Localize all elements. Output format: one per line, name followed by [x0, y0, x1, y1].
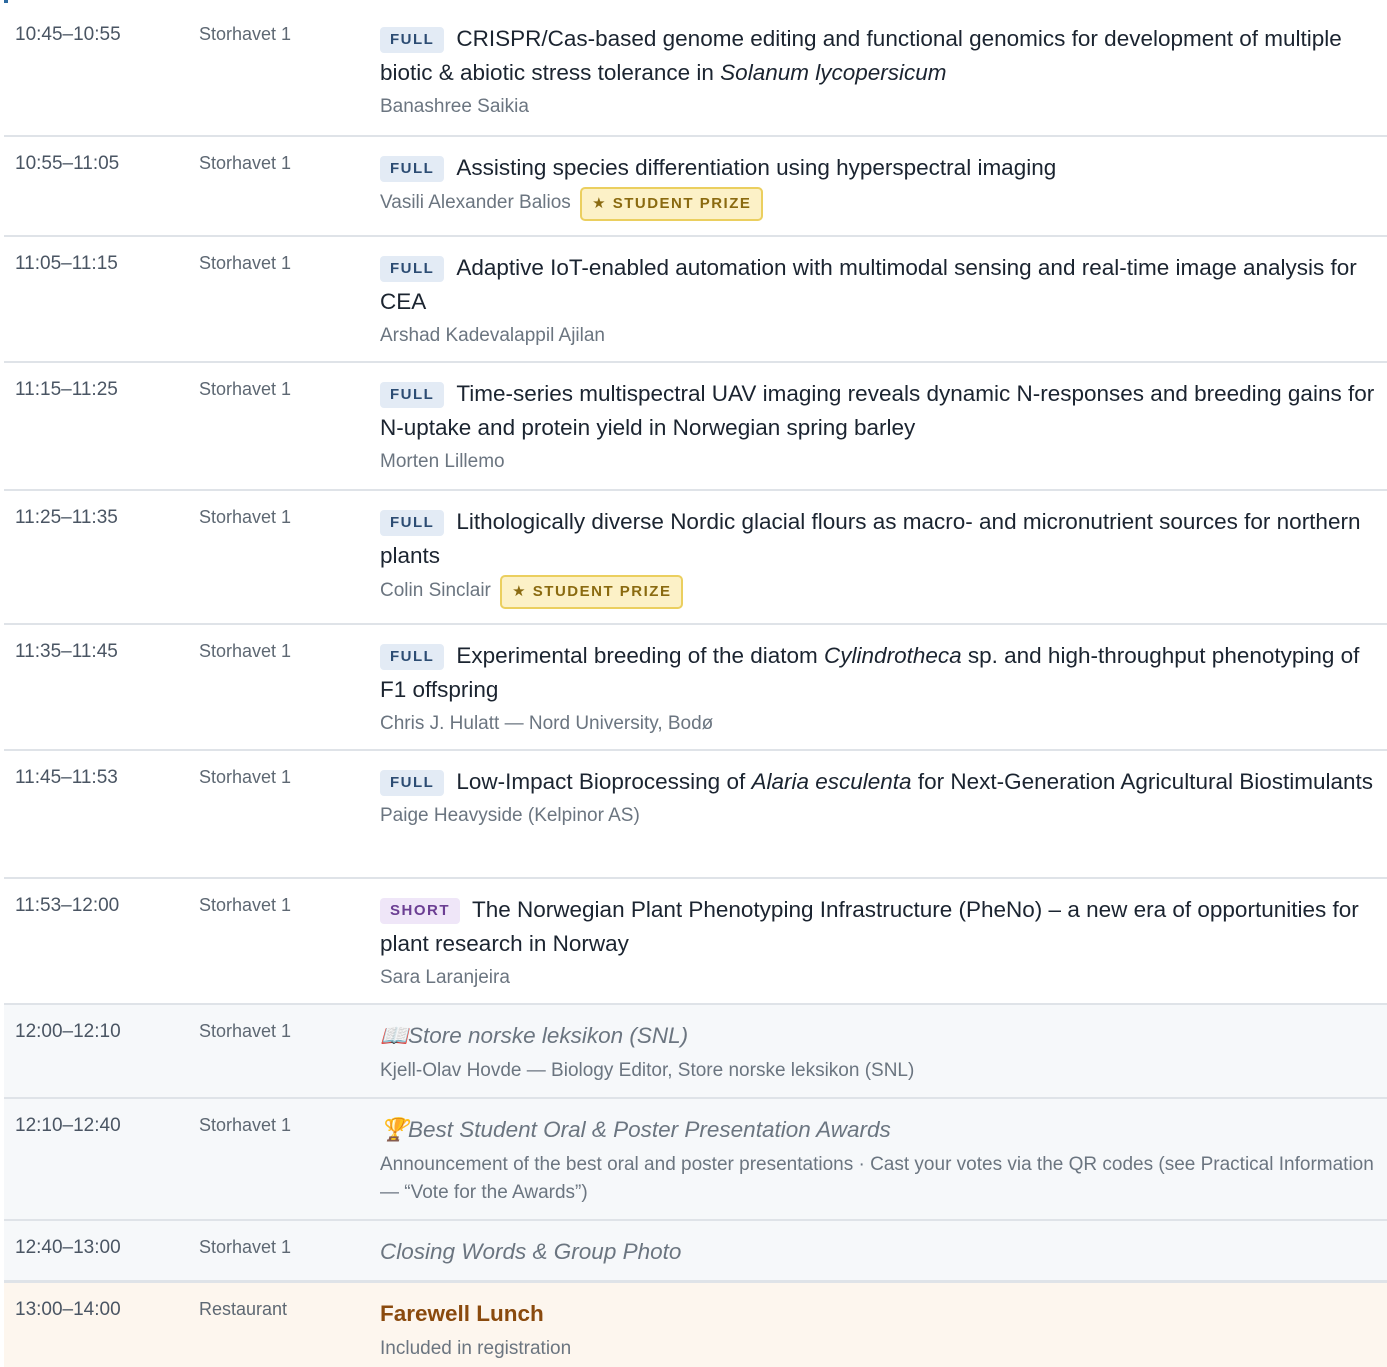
table-row: 10:55–11:05 Storhavet 1 FULL Assisting sp… — [4, 137, 1387, 237]
table-row: 11:15–11:25 Storhavet 1 FULL Time-series … — [4, 363, 1387, 491]
time-slot: 12:40–13:00 — [15, 1237, 121, 1258]
badge-full: FULL — [380, 770, 445, 796]
table-row: 11:25–11:35 Storhavet 1 FULL Lithological… — [4, 491, 1387, 625]
room-label: Storhavet 1 — [199, 767, 292, 787]
session-content: FULL Adaptive IoT-enabled automation with… — [380, 237, 1387, 361]
talk-title[interactable]: FULL Adaptive IoT-enabled automation with… — [380, 251, 1379, 319]
room-label: Storhavet 1 — [199, 641, 292, 661]
time-slot: 13:00–14:00 — [15, 1299, 121, 1320]
session-content: SHORT The Norwegian Plant Phenotyping Inf… — [380, 879, 1387, 1003]
session-content: FULL Time-series multispectral UAV imagin… — [380, 363, 1387, 489]
session-content: 📖Store norske leksikon (SNL) Kjell-Olav … — [380, 1005, 1387, 1097]
session-description: Included in registration — [380, 1338, 572, 1359]
time-slot: 11:53–12:00 — [15, 895, 120, 916]
badge-full: FULL — [380, 382, 445, 408]
schedule-table: 10:45–10:55 Storhavet 1 FULL CRISPR/Cas-b… — [4, 8, 1387, 1367]
badge-full: FULL — [380, 644, 445, 670]
talk-title[interactable]: FULL Low-Impact Bioprocessing of Alaria e… — [380, 765, 1379, 799]
talk-title[interactable]: FULL Experimental breeding of the diatom … — [380, 639, 1379, 707]
student-prize-badge: ★ STUDENT PRIZE — [500, 575, 684, 609]
accent-mark — [4, 0, 8, 3]
speaker-name: Banashree Saikia — [380, 96, 529, 117]
session-title: 🏆Best Student Oral & Poster Presentation… — [380, 1117, 891, 1142]
table-row: 12:00–12:10 Storhavet 1 📖Store norske le… — [4, 1005, 1387, 1099]
time-slot: 10:55–11:05 — [15, 153, 120, 174]
speaker-name: Vasili Alexander Balios ★ STUDENT PRIZE — [380, 187, 1379, 221]
session-content: FULL Lithologically diverse Nordic glacia… — [380, 491, 1387, 623]
table-row: 10:45–10:55 Storhavet 1 FULL CRISPR/Cas-b… — [4, 8, 1387, 137]
table-row: 11:45–11:53 Storhavet 1 FULL Low-Impact B… — [4, 751, 1387, 879]
speaker-name: Arshad Kadevalappil Ajilan — [380, 325, 605, 346]
badge-full: FULL — [380, 156, 445, 182]
badge-full: FULL — [380, 27, 445, 53]
table-row: 13:00–14:00 Restaurant Farewell Lunch In… — [4, 1283, 1387, 1367]
session-title: Farewell Lunch — [380, 1301, 544, 1326]
session-content: FULL Experimental breeding of the diatom … — [380, 625, 1387, 749]
talk-title[interactable]: FULL Assisting species differentiation us… — [380, 151, 1379, 185]
session-content: 🏆Best Student Oral & Poster Presentation… — [380, 1099, 1387, 1219]
session-content: Farewell Lunch Included in registration — [380, 1283, 1387, 1367]
time-slot: 12:00–12:10 — [15, 1021, 121, 1042]
student-prize-badge: ★ STUDENT PRIZE — [580, 187, 764, 221]
table-row: 12:40–13:00 Storhavet 1 Closing Words & … — [4, 1221, 1387, 1283]
session-description: Kjell-Olav Hovde — Biology Editor, Store… — [380, 1060, 915, 1081]
talk-title[interactable]: FULL CRISPR/Cas-based genome editing and … — [380, 22, 1379, 90]
room-label: Storhavet 1 — [199, 253, 292, 273]
room-label: Storhavet 1 — [199, 379, 292, 399]
room-label: Storhavet 1 — [199, 24, 292, 44]
speaker-name: Paige Heavyside (Kelpinor AS) — [380, 805, 640, 826]
table-row: 11:35–11:45 Storhavet 1 FULL Experimental… — [4, 625, 1387, 751]
room-label: Storhavet 1 — [199, 895, 292, 915]
time-slot: 11:05–11:15 — [15, 253, 118, 274]
speaker-name: Sara Laranjeira — [380, 967, 510, 988]
room-label: Storhavet 1 — [199, 507, 292, 527]
room-label: Restaurant — [199, 1299, 288, 1319]
talk-title[interactable]: FULL Time-series multispectral UAV imagin… — [380, 377, 1379, 445]
session-content: Closing Words & Group Photo — [380, 1221, 1387, 1280]
badge-short: SHORT — [380, 898, 460, 924]
room-label: Storhavet 1 — [199, 1021, 292, 1041]
session-content: FULL Assisting species differentiation us… — [380, 137, 1387, 235]
time-slot: 10:45–10:55 — [15, 24, 121, 45]
room-label: Storhavet 1 — [199, 1237, 292, 1257]
talk-title[interactable]: SHORT The Norwegian Plant Phenotyping Inf… — [380, 893, 1379, 961]
badge-full: FULL — [380, 510, 445, 536]
session-content: FULL Low-Impact Bioprocessing of Alaria e… — [380, 751, 1387, 877]
time-slot: 11:25–11:35 — [15, 507, 118, 528]
speaker-name: Chris J. Hulatt — Nord University, Bodø — [380, 713, 714, 734]
time-slot: 11:45–11:53 — [15, 767, 118, 788]
trophy-icon: 🏆 — [380, 1117, 409, 1142]
time-slot: 12:10–12:40 — [15, 1115, 121, 1136]
table-row: 12:10–12:40 Storhavet 1 🏆Best Student Or… — [4, 1099, 1387, 1221]
speaker-name: Morten Lillemo — [380, 451, 505, 472]
session-title: Closing Words & Group Photo — [380, 1239, 682, 1264]
time-slot: 11:15–11:25 — [15, 379, 118, 400]
session-title: 📖Store norske leksikon (SNL) — [380, 1023, 689, 1048]
speaker-name: Colin Sinclair ★ STUDENT PRIZE — [380, 575, 1379, 609]
badge-full: FULL — [380, 256, 445, 282]
time-slot: 11:35–11:45 — [15, 641, 118, 662]
table-row: 11:05–11:15 Storhavet 1 FULL Adaptive IoT… — [4, 237, 1387, 363]
talk-title[interactable]: FULL Lithologically diverse Nordic glacia… — [380, 505, 1379, 573]
room-label: Storhavet 1 — [199, 1115, 292, 1135]
table-row: 11:53–12:00 Storhavet 1 SHORT The Norwegi… — [4, 879, 1387, 1005]
session-content: FULL CRISPR/Cas-based genome editing and … — [380, 8, 1387, 135]
room-label: Storhavet 1 — [199, 153, 292, 173]
book-icon: 📖 — [380, 1023, 409, 1048]
session-description: Announcement of the best oral and poster… — [380, 1154, 1374, 1203]
